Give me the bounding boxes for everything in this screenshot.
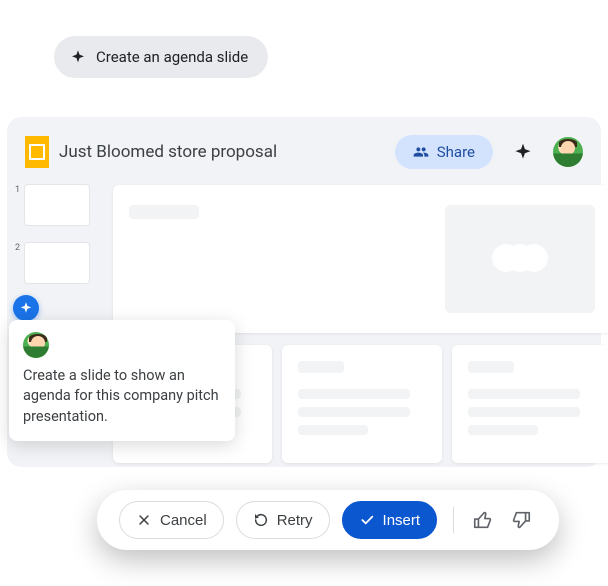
insert-label: Insert [383, 512, 421, 529]
check-icon [359, 512, 375, 528]
generated-slide-preview [113, 185, 608, 333]
people-icon [413, 144, 429, 160]
document-title[interactable]: Just Bloomed store proposal [59, 142, 277, 162]
share-button[interactable]: Share [395, 135, 493, 169]
cancel-label: Cancel [160, 512, 207, 529]
retry-icon [253, 512, 269, 528]
retry-label: Retry [277, 512, 313, 529]
thumbs-up-button[interactable] [470, 507, 496, 533]
prompt-suggestion-chip[interactable]: Create an agenda slide [54, 36, 268, 78]
placeholder-title [129, 205, 199, 219]
logo-icon [492, 244, 548, 274]
generated-slide-card [452, 345, 608, 463]
slide-thumbnail[interactable]: 2 [25, 243, 89, 283]
ai-action-bar: Cancel Retry Insert [97, 490, 559, 550]
user-avatar[interactable] [553, 137, 583, 167]
slide-number: 2 [15, 243, 20, 253]
close-icon [136, 512, 152, 528]
slide-number: 1 [15, 185, 20, 195]
slide-image-placeholder [445, 205, 595, 313]
prompt-suggestion-label: Create an agenda slide [96, 48, 248, 66]
thumbs-down-icon [510, 509, 532, 531]
sparkle-icon [70, 49, 86, 65]
slides-logo-icon [25, 136, 49, 168]
retry-button[interactable]: Retry [236, 501, 330, 539]
app-header: Just Bloomed store proposal Share [25, 135, 583, 169]
share-label: Share [437, 143, 475, 161]
prompt-text: Create a slide to show an agenda for thi… [23, 366, 221, 427]
cancel-button[interactable]: Cancel [119, 501, 224, 539]
prompt-popover: Create a slide to show an agenda for thi… [9, 320, 235, 441]
gemini-badge-icon[interactable] [13, 295, 39, 321]
insert-button[interactable]: Insert [342, 501, 438, 539]
generated-slide-card [282, 345, 441, 463]
slide-thumbnail[interactable]: 1 [25, 185, 89, 225]
thumbs-up-icon [472, 509, 494, 531]
sparkle-icon[interactable] [513, 142, 533, 162]
thumbs-down-button[interactable] [508, 507, 534, 533]
separator [453, 507, 454, 533]
user-avatar [23, 332, 49, 358]
